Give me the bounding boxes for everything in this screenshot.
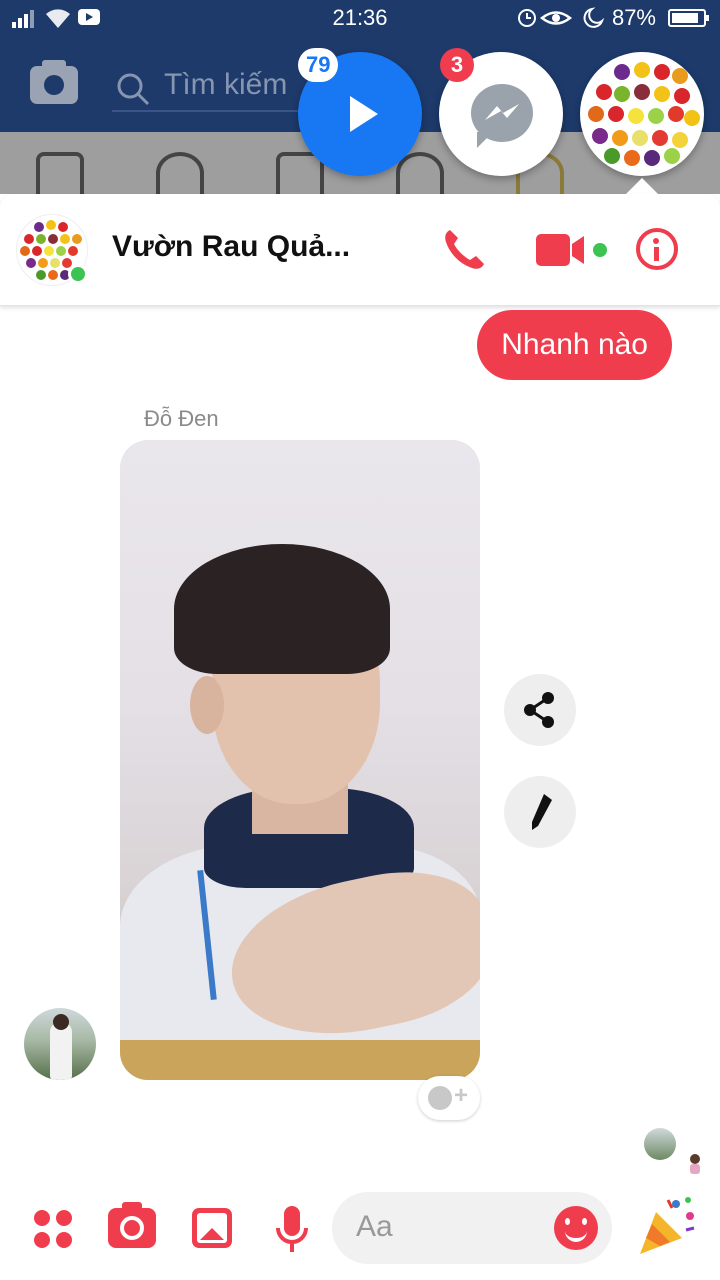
camera-icon bbox=[30, 60, 78, 104]
video-chathead-badge: 79 bbox=[298, 48, 339, 82]
smiley-icon bbox=[428, 1086, 452, 1110]
search-placeholder: Tìm kiếm bbox=[164, 68, 288, 101]
outgoing-message[interactable]: Nhanh nào bbox=[477, 310, 672, 380]
news-feed-icon bbox=[36, 152, 84, 194]
photo-message[interactable] bbox=[120, 440, 480, 1080]
info-icon[interactable] bbox=[636, 228, 678, 270]
composer: Aa bbox=[0, 1180, 720, 1280]
online-indicator bbox=[68, 264, 88, 284]
pencil-icon bbox=[532, 794, 552, 830]
sender-avatar[interactable] bbox=[24, 1008, 96, 1080]
video-call-icon[interactable] bbox=[536, 232, 608, 268]
search-icon bbox=[117, 73, 150, 106]
chathead-pointer bbox=[626, 178, 658, 194]
battery-icon bbox=[668, 9, 709, 27]
conversation-title[interactable]: Vườn Rau Quả... bbox=[112, 230, 350, 264]
edit-photo-button[interactable] bbox=[504, 776, 576, 848]
microphone-icon[interactable] bbox=[276, 1206, 308, 1254]
emoji-icon[interactable] bbox=[554, 1206, 598, 1250]
party-icon[interactable] bbox=[636, 1194, 700, 1258]
status-icons bbox=[518, 7, 605, 28]
moon-icon bbox=[583, 7, 605, 28]
seen-sticker-icon bbox=[690, 1154, 700, 1174]
play-icon bbox=[350, 96, 378, 132]
friends-icon bbox=[156, 152, 204, 194]
phone-icon[interactable] bbox=[440, 226, 488, 274]
gallery-icon[interactable] bbox=[192, 1208, 232, 1248]
message-sender-name: Đỗ Đen bbox=[144, 406, 219, 431]
chat-header: Vườn Rau Quả... bbox=[0, 194, 720, 306]
share-icon bbox=[524, 692, 554, 728]
chat-panel: Vườn Rau Quả... Nhanh nào Đỗ Đen + Aa bbox=[0, 194, 720, 1280]
fruit-avatar bbox=[586, 60, 700, 168]
seen-receipt-avatar bbox=[644, 1128, 676, 1160]
status-bar: 21:36 87% bbox=[0, 0, 720, 36]
battery-percent: 87% bbox=[611, 5, 656, 30]
add-reaction-button[interactable]: + bbox=[418, 1076, 480, 1120]
camera-icon[interactable] bbox=[108, 1202, 156, 1248]
messenger-icon bbox=[471, 84, 533, 148]
share-button[interactable] bbox=[504, 674, 576, 746]
message-input-placeholder: Aa bbox=[356, 1210, 393, 1243]
message-input[interactable]: Aa bbox=[332, 1192, 612, 1264]
messenger-chathead-badge: 3 bbox=[440, 48, 474, 82]
fruit-group-chathead[interactable] bbox=[580, 52, 704, 176]
apps-icon[interactable] bbox=[34, 1210, 72, 1248]
